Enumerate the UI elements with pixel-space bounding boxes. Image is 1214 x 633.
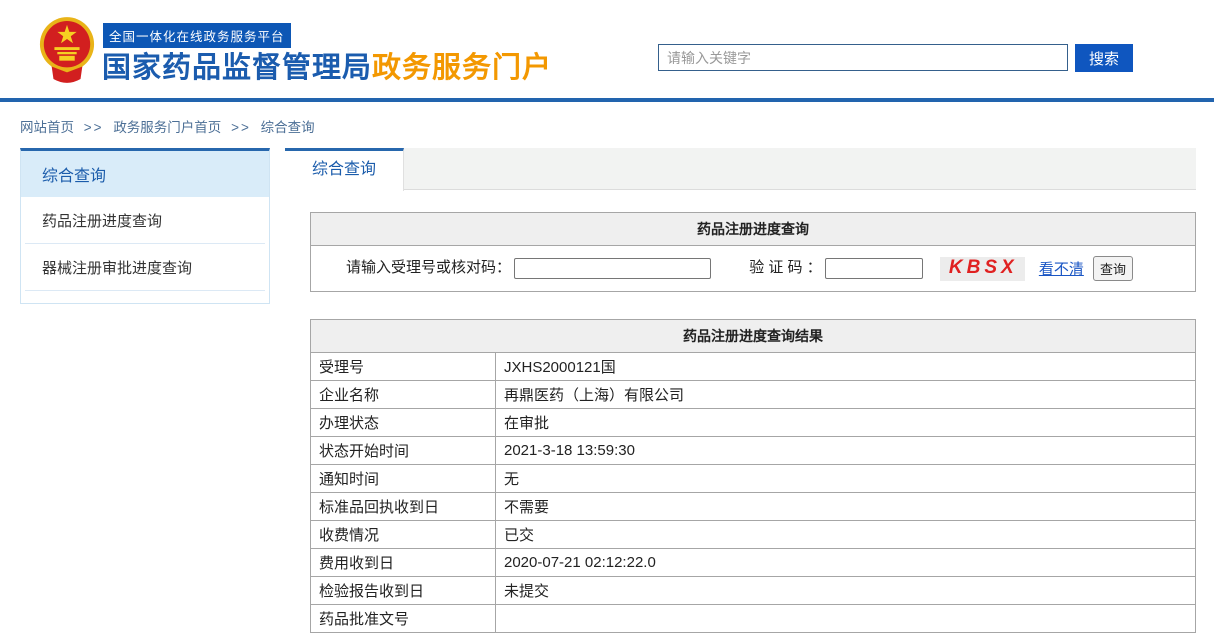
row-label: 收费情况 (310, 520, 496, 549)
site-title-portal: 政务服务门户 (372, 52, 553, 84)
row-value: 2020-07-21 02:12:22.0 (495, 548, 1196, 577)
row-value: 未提交 (495, 576, 1196, 605)
breadcrumb-portal-home[interactable]: 政务服务门户首页 (113, 120, 221, 135)
row-value: 2021-3-18 13:59:30 (495, 436, 1196, 465)
table-row: 通知时间无 (310, 464, 1196, 493)
query-form: 药品注册进度查询 请输入受理号或核对码： 验 证 码 ： KBSX 看不清 查询 (310, 212, 1196, 292)
row-label: 费用收到日 (310, 548, 496, 577)
table-row: 标准品回执收到日 不需要 (310, 492, 1196, 521)
breadcrumb-separator: >> (83, 120, 104, 135)
query-form-title: 药品注册进度查询 (310, 212, 1196, 246)
captcha-input[interactable] (824, 258, 923, 279)
table-row: 办理状态 在审批 (310, 408, 1196, 437)
site-title: 国家药品监督管理局政务服务门户 (102, 44, 552, 86)
row-value: 再鼎医药（上海）有限公司 (495, 380, 1196, 409)
table-row: 受理号 JXHS2000121国 (310, 352, 1196, 381)
breadcrumb-separator: >> (231, 120, 251, 135)
breadcrumb-home[interactable]: 网站首页 (20, 120, 74, 135)
row-label: 通知时间 (310, 464, 496, 493)
row-label: 药品批准文号 (310, 604, 496, 633)
row-label: 受理号 (310, 352, 496, 381)
query-form-row: 请输入受理号或核对码： 验 证 码 ： KBSX 看不清 查询 (310, 245, 1196, 292)
captcha-label: 验 证 码 ： (749, 259, 822, 277)
row-label: 检验报告收到日 (310, 576, 496, 605)
search-input[interactable] (658, 44, 1068, 71)
table-row: 企业名称 再鼎医药（上海）有限公司 (310, 380, 1196, 409)
breadcrumb: 网站首页 >> 政务服务门户首页 >> 综合查询 (20, 116, 315, 136)
row-label: 标准品回执收到日 (310, 492, 496, 521)
main-content: 综合查询 药品注册进度查询 请输入受理号或核对码： 验 证 码 ： KBSX 看… (285, 148, 1196, 633)
row-label: 企业名称 (310, 380, 496, 409)
table-row: 状态开始时间 2021-3-18 13:59:30 (310, 436, 1196, 465)
results-title: 药品注册进度查询结果 (310, 319, 1196, 353)
tab-bar: 综合查询 (285, 148, 1196, 191)
site-title-agency: 国家药品监督管理局 (102, 52, 373, 84)
row-value: JXHS2000121国 (495, 352, 1196, 381)
receipt-number-input[interactable] (514, 258, 712, 279)
row-value: 在审批 (495, 408, 1196, 437)
sidebar-header: 综合查询 (21, 151, 269, 197)
row-value: 已交 (495, 520, 1196, 549)
results-table: 药品注册进度查询结果 受理号 JXHS2000121国 企业名称 再鼎医药（上海）有… (310, 319, 1196, 633)
captcha-image: KBSX (939, 256, 1025, 281)
row-label: 状态开始时间 (310, 436, 496, 465)
table-row: 收费情况 已交 (310, 520, 1196, 549)
header-divider (0, 98, 1214, 102)
row-value: 无 (495, 464, 1196, 493)
sidebar-item-device-registration-query[interactable]: 器械注册审批进度查询 (25, 244, 265, 291)
table-row: 药品批准文号 (310, 604, 1196, 633)
receipt-number-label: 请输入受理号或核对码： (346, 259, 512, 277)
sidebar: 综合查询 药品注册进度查询 器械注册审批进度查询 (20, 148, 270, 304)
table-row: 费用收到日 2020-07-21 02:12:22.0 (310, 548, 1196, 577)
captcha-refresh-link[interactable]: 看不清 (1039, 261, 1084, 278)
national-emblem-icon (39, 17, 95, 83)
sidebar-item-drug-registration-query[interactable]: 药品注册进度查询 (25, 197, 265, 244)
row-value: 不需要 (495, 492, 1196, 521)
row-value (495, 604, 1196, 633)
query-submit-button[interactable]: 查询 (1093, 256, 1134, 281)
site-header: 全国一体化在线政务服务平台 国家药品监督管理局政务服务门户 搜索 (0, 0, 1214, 98)
breadcrumb-current[interactable]: 综合查询 (261, 120, 315, 135)
row-label: 办理状态 (310, 408, 496, 437)
table-row: 检验报告收到日 未提交 (310, 576, 1196, 605)
tab-comprehensive-query[interactable]: 综合查询 (285, 148, 404, 191)
search-button[interactable]: 搜索 (1075, 44, 1133, 72)
